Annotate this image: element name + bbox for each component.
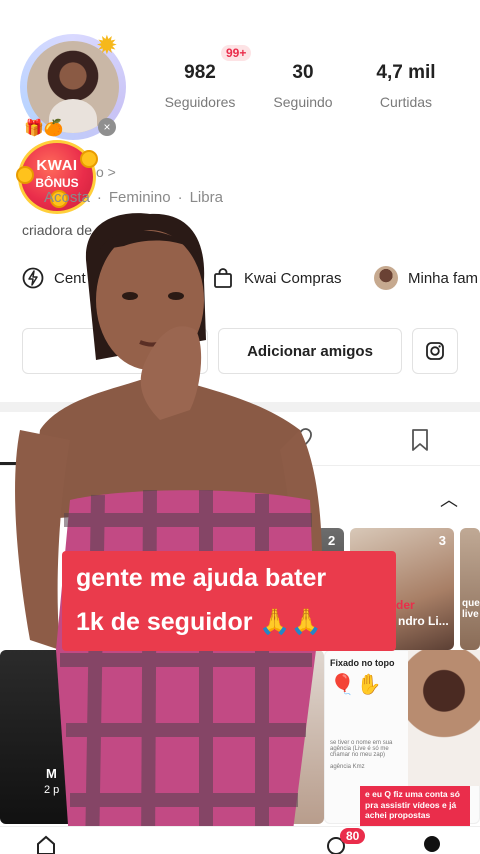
kwai-shop-label: Kwai Compras (244, 269, 342, 287)
creator-center-link[interactable]: Cent (22, 264, 86, 292)
stat-following[interactable]: 30 Seguindo (266, 62, 340, 110)
caption-line2: 1k de seguidor 🙏🙏 (76, 608, 322, 636)
notification-badge: 99+ (221, 45, 252, 61)
family-avatar (374, 266, 398, 290)
followers-label: Seguidores (164, 94, 236, 110)
video-thumbnail[interactable] (272, 650, 324, 824)
gift-decoration-icon: 🎁🍊 (24, 120, 64, 137)
edit-profile-button[interactable]: Edita (22, 328, 208, 374)
messages-badge: 80 (340, 828, 366, 844)
kwai-shop-link[interactable]: Kwai Compras (212, 264, 342, 292)
profile-meta-row: Acosta · Feminino · Libra (44, 189, 223, 206)
likes-count: 4,7 mil (376, 62, 436, 83)
lightning-icon (22, 267, 44, 289)
pinned-label: Fixado no topo (330, 658, 395, 668)
thumbnail-caption: der (396, 598, 415, 612)
bookmark-icon (412, 429, 428, 451)
instagram-icon (426, 342, 444, 360)
thumbnail-caption: que live (462, 598, 480, 620)
heart-icon (288, 428, 312, 450)
home-icon[interactable] (34, 834, 58, 854)
pinned-thumbnail-photo (408, 650, 480, 786)
coin-icon (16, 166, 34, 184)
my-family-link[interactable]: Minha fam (374, 264, 478, 292)
gender-text: Feminino (108, 189, 171, 206)
caption-line1: gente me ajuda bater (76, 564, 327, 592)
profile-nav-icon[interactable] (424, 836, 440, 852)
my-family-label: Minha fam (408, 269, 479, 287)
video-caption: gente me ajuda bater 1k de seguidor 🙏🙏 (62, 551, 396, 651)
instagram-button[interactable] (412, 328, 458, 374)
video-thumbnail[interactable]: M 2 p (0, 650, 80, 824)
bottom-nav (0, 826, 480, 854)
followers-count: 982 (184, 62, 216, 83)
chevron-up-icon[interactable]: ︿ (440, 486, 458, 512)
thumbnail-subcaption: 2 p (44, 784, 60, 796)
tab-liked[interactable] (286, 426, 314, 454)
stat-likes[interactable]: 4,7 mil Curtidas (368, 62, 444, 110)
sign-text: Libra (189, 189, 223, 206)
tabs-divider (0, 465, 480, 466)
age-text: Acosta (44, 189, 90, 206)
stat-followers[interactable]: 982 Seguidores (158, 62, 242, 110)
tab-saved[interactable] (406, 426, 434, 454)
following-count: 30 (292, 62, 314, 83)
thumbnail-caption: ndro Li... (398, 614, 449, 628)
sun-decoration-icon: ✹ (96, 30, 118, 60)
video-thumbnail[interactable]: que live (460, 528, 480, 650)
view-count: 3 (438, 533, 446, 548)
view-count: 2 (328, 533, 336, 548)
creator-center-label: Cent (54, 269, 86, 287)
shopping-bag-icon (212, 267, 234, 289)
chat-line: agência Kmz (330, 764, 365, 770)
likes-label: Curtidas (379, 94, 433, 110)
section-divider (0, 402, 480, 412)
emoji-decoration: 🎈✋ (330, 674, 384, 696)
profile-id-partial[interactable]: o > (96, 164, 116, 180)
pinned-note: e eu Q fiz uma conta só pra assistir víd… (360, 786, 470, 826)
bio-text: criadora de c (22, 222, 103, 238)
add-friends-button[interactable]: Adicionar amigos (218, 328, 402, 374)
following-label: Seguindo (273, 94, 333, 110)
thumbnail-caption: M (46, 766, 57, 781)
chat-line: se tiver o nome em sua agência (Live é s… (330, 740, 393, 758)
close-icon[interactable]: × (98, 118, 116, 136)
